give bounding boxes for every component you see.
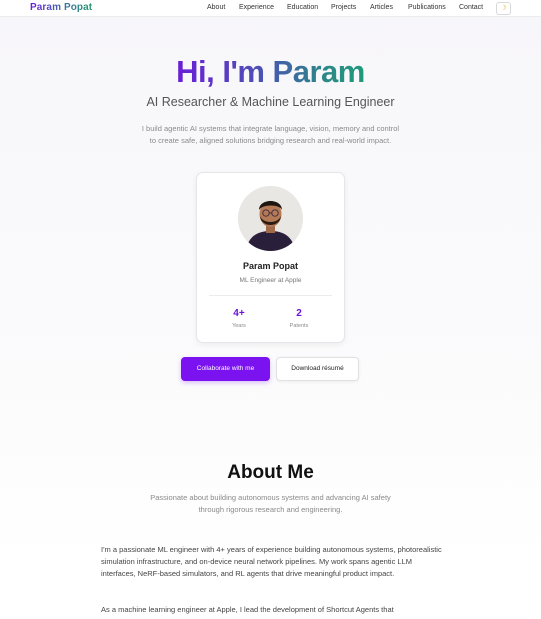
stat-years-label: Years — [232, 323, 246, 329]
nav-links: About Experience Education Projects Arti… — [0, 4, 541, 14]
nav-link-experience[interactable]: Experience — [239, 4, 274, 11]
about-title: About Me — [227, 462, 314, 483]
nav-link-education[interactable]: Education — [287, 4, 318, 11]
collaborate-button[interactable]: Collaborate with me — [181, 357, 270, 381]
avatar-photo — [238, 186, 303, 251]
stat-patents-label: Patents — [289, 323, 309, 329]
hero-subtitle: AI Researcher & Machine Learning Enginee… — [146, 95, 395, 109]
stat-patents-value: 2 — [296, 308, 302, 319]
nav-link-articles[interactable]: Articles — [370, 4, 393, 11]
nav-link-contact[interactable]: Contact — [459, 4, 483, 11]
profile-role: ML Engineer at Apple — [239, 277, 302, 284]
about-subtitle: Passionate about building autonomous sys… — [150, 493, 391, 514]
hero-title: Hi, I'm Param — [176, 54, 365, 89]
profile-card: Param Popat ML Engineer at Apple 4+ Year… — [196, 172, 345, 343]
card-divider — [209, 295, 332, 296]
theme-toggle-button[interactable]: ☽ — [496, 2, 511, 15]
profile-name: Param Popat — [242, 261, 299, 271]
about-paragraph: As a machine learning engineer at Apple,… — [101, 605, 394, 614]
nav-link-publications[interactable]: Publications — [408, 4, 446, 11]
stat-years-value: 4+ — [233, 308, 245, 319]
download-resume-button[interactable]: Download résumé — [276, 357, 359, 381]
hero-description: I build agentic AI systems that integrat… — [141, 124, 400, 145]
avatar — [238, 186, 303, 251]
top-nav: Param Popat About Experience Education P… — [0, 0, 541, 17]
about-paragraph: I'm a passionate ML engineer with 4+ yea… — [101, 545, 442, 578]
nav-link-about[interactable]: About — [207, 4, 225, 11]
nav-link-projects[interactable]: Projects — [331, 4, 356, 11]
moon-icon: ☽ — [500, 5, 507, 12]
